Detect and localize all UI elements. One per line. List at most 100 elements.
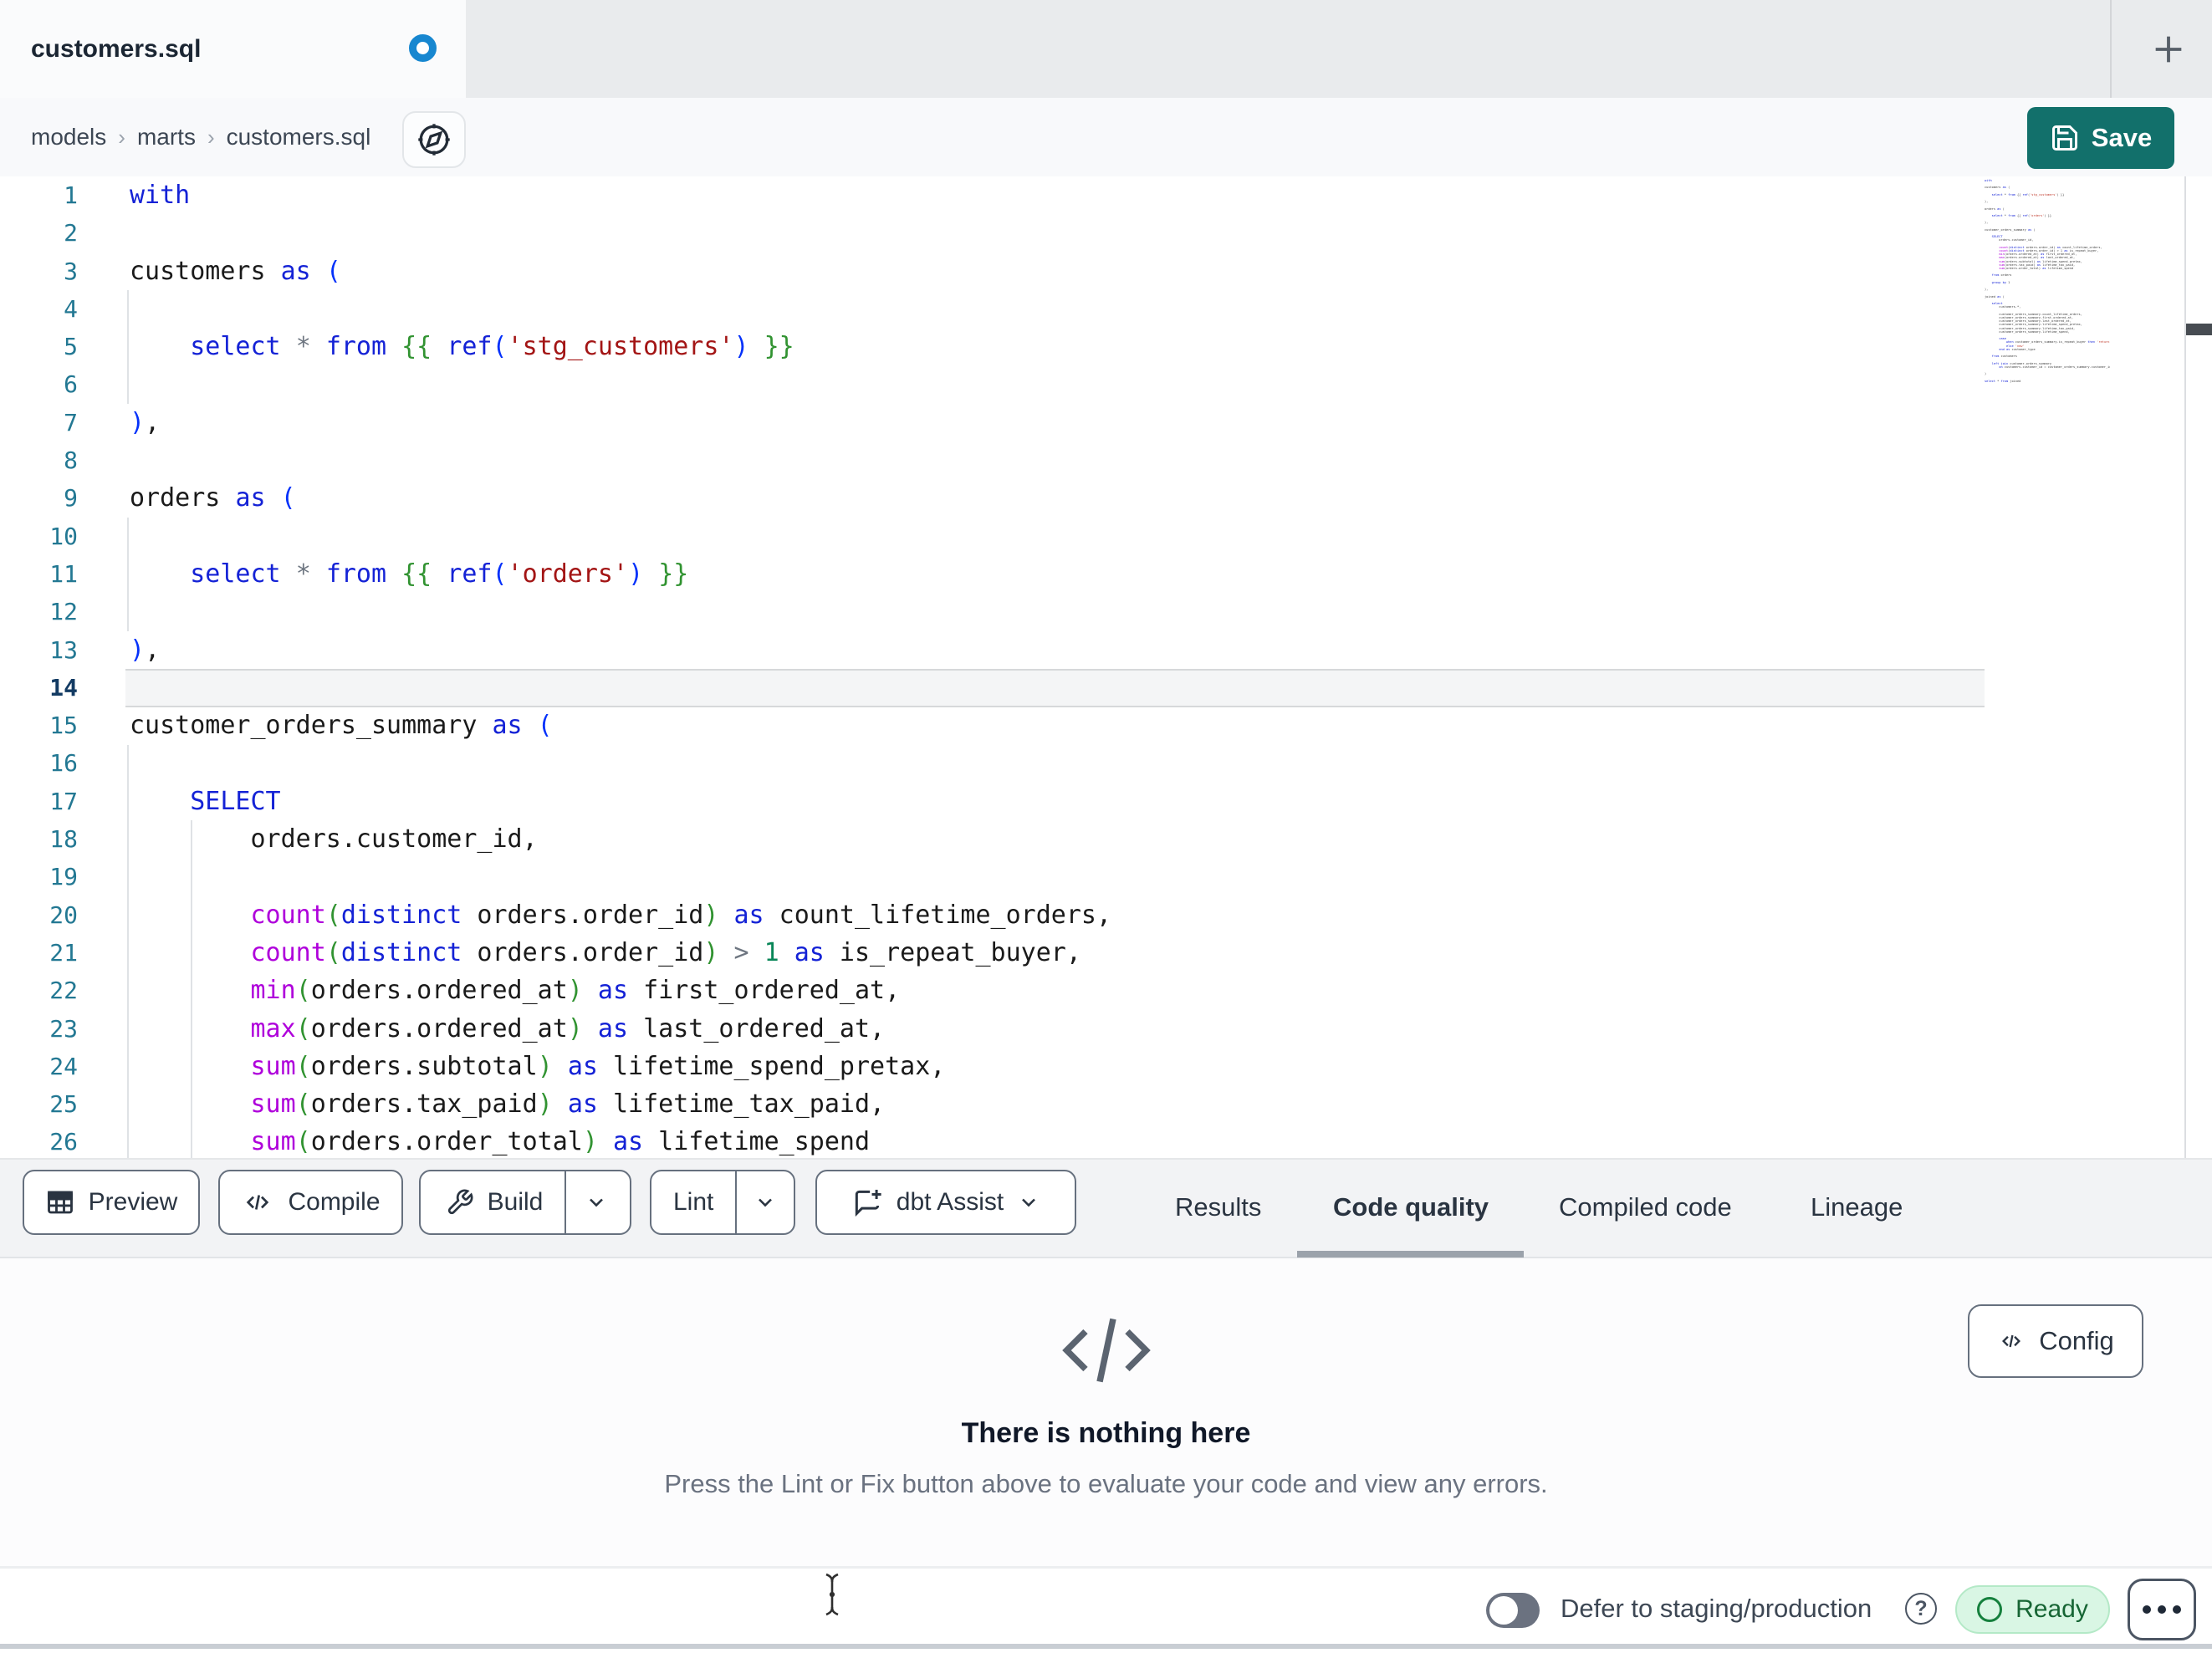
plus-icon xyxy=(2155,36,2181,62)
line-number[interactable]: 5 xyxy=(0,328,125,365)
code-line[interactable]: customers as ( xyxy=(130,253,1111,290)
code-line[interactable]: sum(orders.tax_paid) as lifetime_tax_pai… xyxy=(130,1085,1111,1123)
lint-button[interactable]: Lint xyxy=(651,1170,735,1235)
line-number[interactable]: 12 xyxy=(0,593,125,630)
tab-results[interactable]: Results xyxy=(1175,1158,1261,1257)
code-line[interactable]: count(distinct orders.order_id) > 1 as i… xyxy=(130,934,1111,972)
chevron-down-icon xyxy=(759,1198,773,1207)
scrollbar-thumb[interactable] xyxy=(2186,324,2212,335)
build-button[interactable]: Build xyxy=(424,1170,565,1235)
results-panel: There is nothing here Press the Lint or … xyxy=(0,1258,2212,1566)
unsaved-changes-dot-icon xyxy=(409,34,437,62)
line-number[interactable]: 7 xyxy=(0,404,125,441)
ide-status-badge[interactable]: Ready xyxy=(1955,1585,2110,1634)
line-number[interactable]: 26 xyxy=(0,1123,125,1161)
tab-strip-divider xyxy=(2110,0,2112,98)
new-tab-button[interactable] xyxy=(2124,0,2212,98)
breadcrumb-item-file[interactable]: customers.sql xyxy=(227,124,371,151)
line-number[interactable]: 17 xyxy=(0,783,125,820)
line-number[interactable]: 15 xyxy=(0,707,125,744)
code-line[interactable] xyxy=(130,669,1111,707)
line-number[interactable]: 13 xyxy=(0,631,125,669)
code-line[interactable]: min(orders.ordered_at) as first_ordered_… xyxy=(130,972,1111,1009)
code-line[interactable]: max(orders.ordered_at) as last_ordered_a… xyxy=(130,1010,1111,1048)
line-number-gutter[interactable]: 1 2 3 4 5 6 7 8 9 10 11 12 13 14 15 16 17 18 19 20 21 22 23 24 2… xyxy=(0,176,125,1161)
line-number[interactable]: 24 xyxy=(0,1048,125,1085)
dbt-assist-button[interactable]: dbt Assist xyxy=(815,1170,1076,1235)
window-bottom-edge xyxy=(0,1644,2212,1649)
defer-toggle[interactable] xyxy=(1486,1593,1540,1628)
compile-button-label: Compile xyxy=(288,1188,381,1216)
line-number[interactable]: 21 xyxy=(0,934,125,972)
code-line[interactable]: SELECT xyxy=(130,783,1111,820)
line-number[interactable]: 19 xyxy=(0,858,125,895)
line-number[interactable]: 6 xyxy=(0,365,125,403)
save-button[interactable]: Save xyxy=(2027,107,2174,169)
wrench-icon xyxy=(447,1189,473,1215)
code-line[interactable] xyxy=(130,365,1111,403)
code-editor[interactable]: 1 2 3 4 5 6 7 8 9 10 11 12 13 14 15 16 17 18 19 20 21 22 23 24 2… xyxy=(0,176,2212,1158)
tab-lineage-label: Lineage xyxy=(1811,1192,1903,1222)
code-empty-state-icon xyxy=(1052,1309,1161,1396)
preview-button[interactable]: Preview xyxy=(23,1170,200,1235)
code-line[interactable] xyxy=(130,441,1111,479)
line-number[interactable]: 3 xyxy=(0,253,125,290)
line-number[interactable]: 2 xyxy=(0,214,125,252)
tab-results-label: Results xyxy=(1175,1192,1262,1222)
lint-button-label: Lint xyxy=(673,1188,714,1216)
breadcrumb-row: models › marts › customers.sql Save xyxy=(0,98,2212,176)
line-number[interactable]: 4 xyxy=(0,290,125,328)
line-number[interactable]: 25 xyxy=(0,1085,125,1123)
line-number[interactable]: 23 xyxy=(0,1010,125,1048)
code-line[interactable] xyxy=(130,214,1111,252)
code-line[interactable]: ), xyxy=(130,404,1111,441)
code-line[interactable]: customer_orders_summary as ( xyxy=(130,707,1111,744)
code-line[interactable]: select * from {{ ref('stg_customers') }} xyxy=(130,328,1111,365)
tab-code-quality[interactable]: Code quality xyxy=(1333,1158,1489,1257)
code-line[interactable]: orders as ( xyxy=(130,479,1111,517)
code-line[interactable]: sum(orders.order_total) as lifetime_spen… xyxy=(130,1123,1111,1161)
line-number[interactable]: 16 xyxy=(0,744,125,782)
line-number[interactable]: 18 xyxy=(0,820,125,858)
code-line[interactable]: ), xyxy=(130,631,1111,669)
code-line[interactable] xyxy=(130,593,1111,630)
code-line[interactable] xyxy=(130,858,1111,895)
line-number[interactable]: 10 xyxy=(0,518,125,555)
breadcrumb-item-models[interactable]: models xyxy=(31,124,106,151)
code-content[interactable]: with customers as ( select * from {{ ref… xyxy=(130,176,1111,1161)
line-number[interactable]: 11 xyxy=(0,555,125,593)
line-number[interactable]: 8 xyxy=(0,441,125,479)
minimap[interactable]: with customers as ( select * from {{ ref… xyxy=(1985,179,2110,580)
code-line[interactable]: sum(orders.subtotal) as lifetime_spend_p… xyxy=(130,1048,1111,1085)
code-icon xyxy=(2002,1334,2021,1348)
line-number[interactable]: 9 xyxy=(0,479,125,517)
line-number[interactable]: 1 xyxy=(0,176,125,214)
code-line[interactable] xyxy=(130,744,1111,782)
navigate-code-button[interactable] xyxy=(402,111,466,168)
build-dropdown-button[interactable] xyxy=(566,1170,626,1235)
help-icon[interactable]: ? xyxy=(1905,1593,1937,1625)
more-options-button[interactable] xyxy=(2128,1579,2196,1640)
code-line[interactable]: count(distinct orders.order_id) as count… xyxy=(130,896,1112,934)
line-number[interactable]: 14 xyxy=(0,669,125,707)
code-line[interactable]: select * from {{ ref('orders') }} xyxy=(130,555,1111,593)
ide-status-label: Ready xyxy=(2015,1595,2088,1623)
code-line[interactable]: orders.customer_id, xyxy=(130,820,1111,858)
code-line[interactable]: with xyxy=(130,176,1111,214)
lint-dropdown-button[interactable] xyxy=(737,1170,794,1235)
ellipsis-icon xyxy=(2158,1605,2166,1614)
code-line[interactable] xyxy=(130,518,1111,555)
line-number[interactable]: 22 xyxy=(0,972,125,1009)
line-number[interactable]: 20 xyxy=(0,896,125,934)
save-floppy-icon xyxy=(2051,125,2077,151)
config-button[interactable]: Config xyxy=(1968,1304,2143,1378)
tab-compiled-code[interactable]: Compiled code xyxy=(1559,1158,1732,1257)
code-line[interactable] xyxy=(130,290,1111,328)
tab-lineage[interactable]: Lineage xyxy=(1811,1158,1903,1257)
file-tab-customers-sql[interactable]: customers.sql xyxy=(0,0,466,98)
indent-guide xyxy=(127,745,129,1158)
breadcrumb-item-marts[interactable]: marts xyxy=(137,124,196,151)
empty-state-subtitle: Press the Lint or Fix button above to ev… xyxy=(664,1469,1548,1498)
compile-button[interactable]: Compile xyxy=(218,1170,403,1235)
dbt-assist-button-label: dbt Assist xyxy=(896,1188,1004,1216)
